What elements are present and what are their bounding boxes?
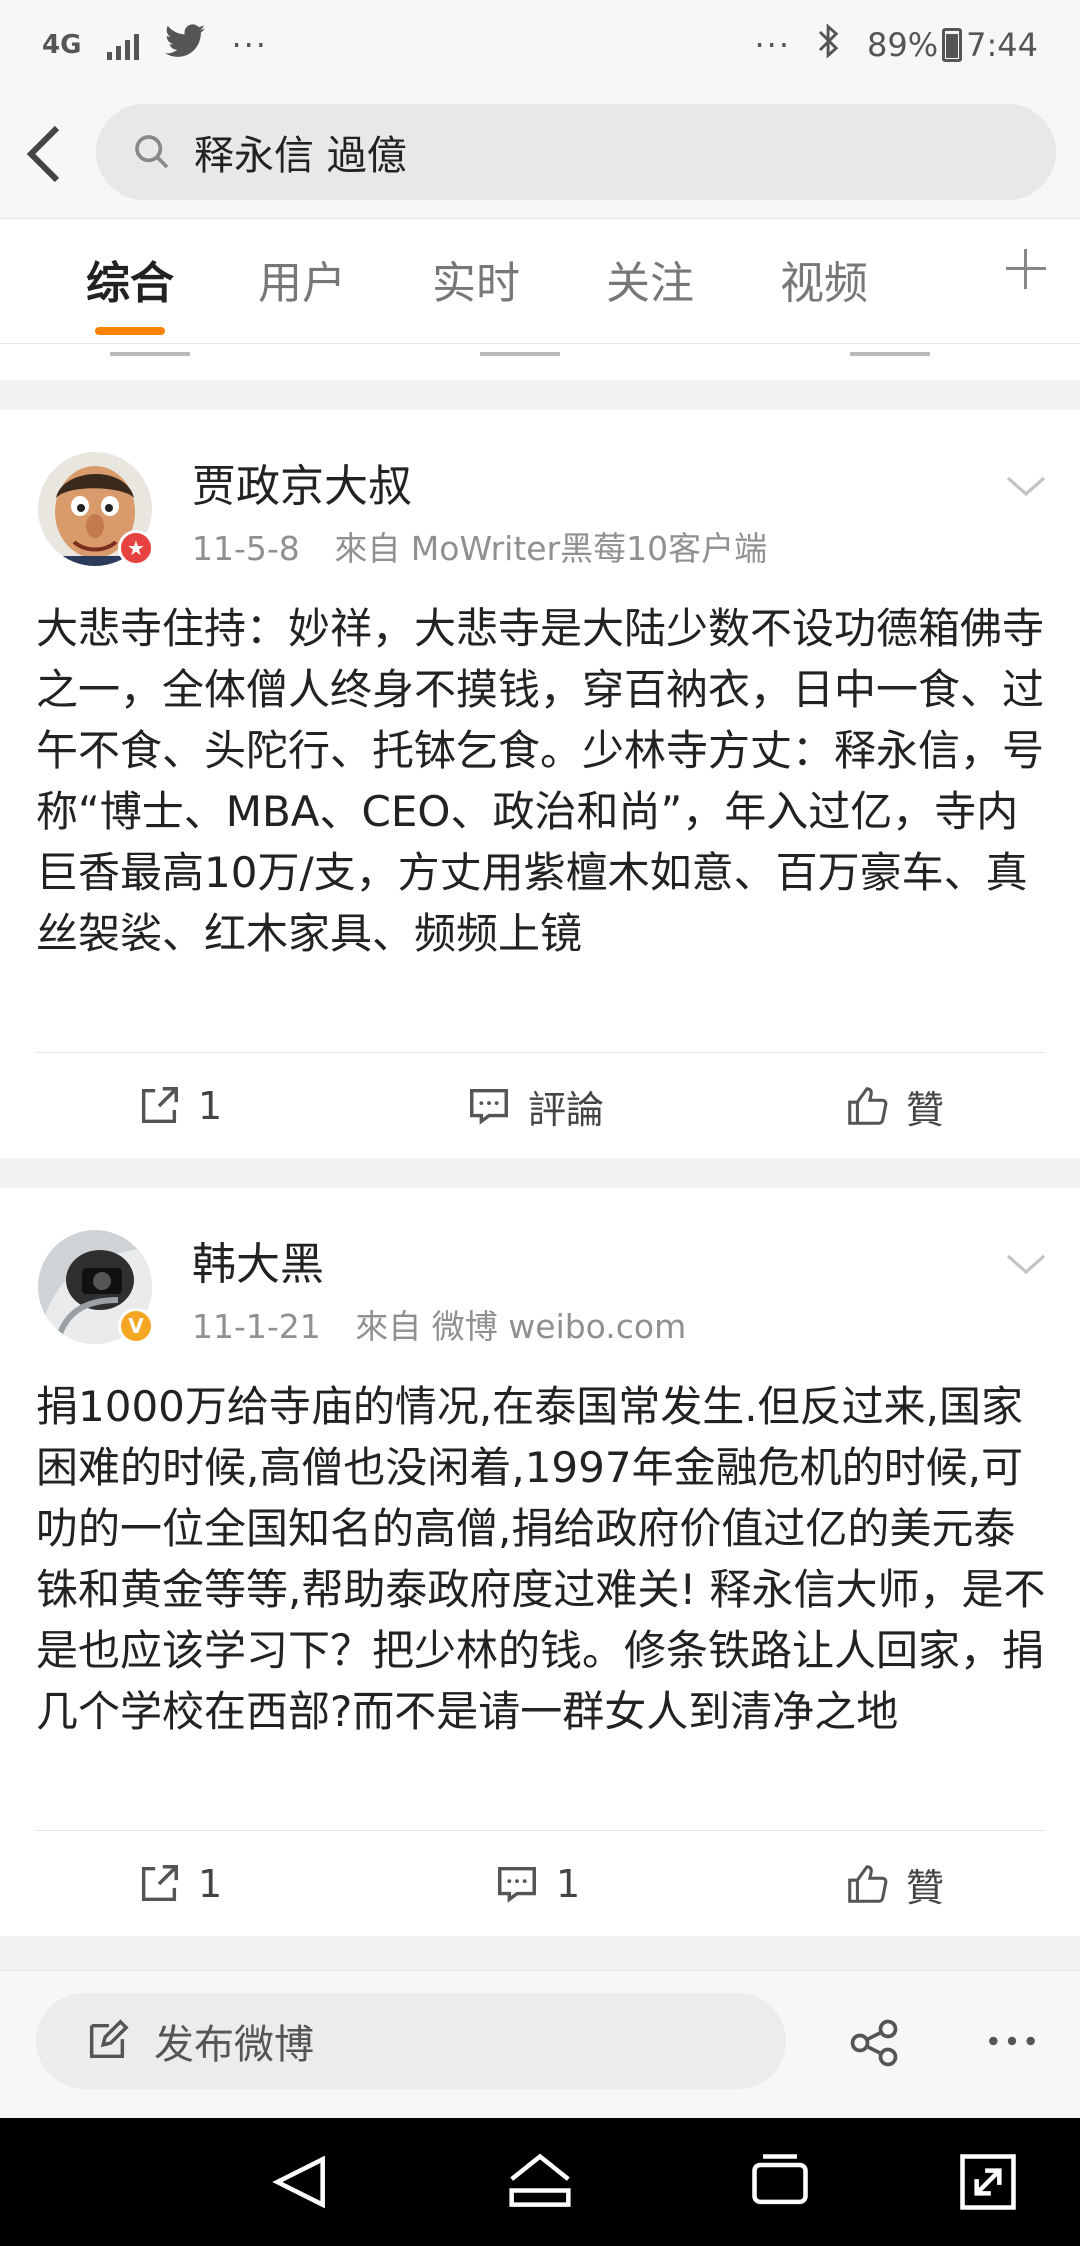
post-date: 11-5-8 <box>192 529 300 568</box>
tab-following[interactable]: 关注 <box>606 247 694 311</box>
verified-badge-icon: V <box>118 1308 154 1344</box>
network-type: 4G <box>42 30 82 60</box>
bluetooth-icon <box>817 23 841 67</box>
search-header: 释永信 過億 <box>0 90 1080 218</box>
post-username[interactable]: 贾政京大叔 <box>192 450 412 514</box>
status-overflow-right: ··· <box>754 26 792 64</box>
tab-active-indicator <box>95 327 165 335</box>
status-overflow: ··· <box>231 26 268 64</box>
verified-badge-icon: ★ <box>118 530 154 566</box>
search-input[interactable]: 释永信 過億 <box>96 104 1056 200</box>
like-label: 贊 <box>906 1087 945 1132</box>
share-icon[interactable] <box>846 2015 902 2071</box>
post-date: 11-1-21 <box>192 1307 321 1346</box>
post-username[interactable]: 韩大黑 <box>192 1228 324 1292</box>
search-query: 释永信 過億 <box>194 133 407 179</box>
post-actions: 1 評論 贊 <box>36 1052 1046 1159</box>
repost-button[interactable]: 1 <box>136 1831 222 1937</box>
post-actions: 1 1 贊 <box>36 1830 1046 1937</box>
tab-comprehensive[interactable]: 综合 <box>86 247 174 311</box>
repost-count: 1 <box>198 1084 223 1128</box>
edit-icon <box>89 2019 129 2059</box>
post-text: 捐1000万给寺庙的情况,在泰国常发生.但反过来,国家困难的时候,高僧也没闲着,… <box>36 1382 1046 1736</box>
twitter-icon <box>165 24 206 66</box>
chevron-down-icon[interactable] <box>1002 462 1050 510</box>
comment-button[interactable]: 評論 <box>466 1053 604 1159</box>
signal-icon <box>107 30 140 60</box>
compose-button[interactable]: 发布微博 <box>36 1993 786 2089</box>
status-bar: 4G ··· ··· 89% 7:44 <box>0 0 1080 90</box>
compose-label: 发布微博 <box>154 2022 314 2068</box>
post-card[interactable]: ★ 贾政京大叔 11-5-8 來自 MoWriter黑莓10客户端 大悲寺住持：… <box>0 410 1080 1158</box>
previous-like-action[interactable] <box>850 344 930 356</box>
nav-fullscreen-icon[interactable] <box>954 2148 1022 2216</box>
comment-label: 評論 <box>528 1087 605 1132</box>
clock: 7:44 <box>966 26 1038 64</box>
post-card[interactable]: V 韩大黑 11-1-21 來自 微博 weibo.com 捐1000万给寺庙的… <box>0 1188 1080 1936</box>
battery-icon <box>942 28 963 62</box>
repost-count: 1 <box>198 1862 223 1906</box>
add-tab-icon[interactable] <box>1006 249 1046 289</box>
comment-icon <box>470 1088 508 1125</box>
post-meta: 11-5-8 來自 MoWriter黑莓10客户端 <box>192 522 791 570</box>
tab-bar: 综合 用户 实时 关注 视频 <box>0 218 1080 344</box>
post-meta: 11-1-21 來自 微博 weibo.com <box>192 1300 710 1348</box>
nav-back-icon[interactable] <box>266 2148 334 2216</box>
battery-percent: 89% <box>867 26 939 64</box>
like-button[interactable]: 贊 <box>844 1831 944 1937</box>
post-source: 來自 微博 weibo.com <box>355 1307 687 1346</box>
like-label: 贊 <box>906 1865 945 1910</box>
nav-recents-icon[interactable] <box>746 2148 814 2216</box>
thumbs-up-icon <box>848 1865 888 1903</box>
status-left: 4G ··· <box>42 24 268 66</box>
nav-home-icon[interactable] <box>506 2148 574 2216</box>
more-icon[interactable] <box>984 2013 1040 2069</box>
chevron-down-icon[interactable] <box>1002 1240 1050 1288</box>
tab-users[interactable]: 用户 <box>258 247 346 311</box>
screen: 4G ··· ··· 89% 7:44 释永信 過億 综合 用户 实时 关注 视… <box>0 0 1080 2246</box>
post-text: 大悲寺住持：妙祥，大悲寺是大陆少数不设功德箱佛寺之一，全体僧人终身不摸钱，穿百衲… <box>36 604 1045 958</box>
comment-icon <box>498 1866 536 1903</box>
search-icon <box>135 135 169 169</box>
post-source: 來自 MoWriter黑莓10客户端 <box>334 529 768 568</box>
post-header: ★ 贾政京大叔 11-5-8 來自 MoWriter黑莓10客户端 <box>0 410 1080 568</box>
like-button[interactable]: 贊 <box>844 1053 944 1159</box>
tab-video[interactable]: 视频 <box>780 247 868 311</box>
previous-repost-action[interactable] <box>110 344 190 356</box>
repost-icon <box>141 1865 178 1902</box>
comment-count: 1 <box>556 1862 581 1906</box>
tab-realtime[interactable]: 实时 <box>432 247 520 311</box>
back-button[interactable] <box>0 90 90 218</box>
system-nav-bar <box>0 2118 1080 2246</box>
repost-button[interactable]: 1 <box>136 1053 222 1159</box>
repost-icon <box>141 1087 178 1124</box>
post-header: V 韩大黑 11-1-21 來自 微博 weibo.com <box>0 1188 1080 1346</box>
previous-card-actions <box>0 344 1080 380</box>
compose-bar: 发布微博 <box>0 1970 1080 2118</box>
back-arrow-icon <box>26 125 60 183</box>
previous-comment-action[interactable] <box>480 344 560 356</box>
thumbs-up-icon <box>848 1087 888 1125</box>
battery-group: 89% 7:44 <box>867 26 1038 64</box>
comment-button[interactable]: 1 <box>494 1831 580 1937</box>
status-right: ··· 89% 7:44 <box>754 23 1038 67</box>
